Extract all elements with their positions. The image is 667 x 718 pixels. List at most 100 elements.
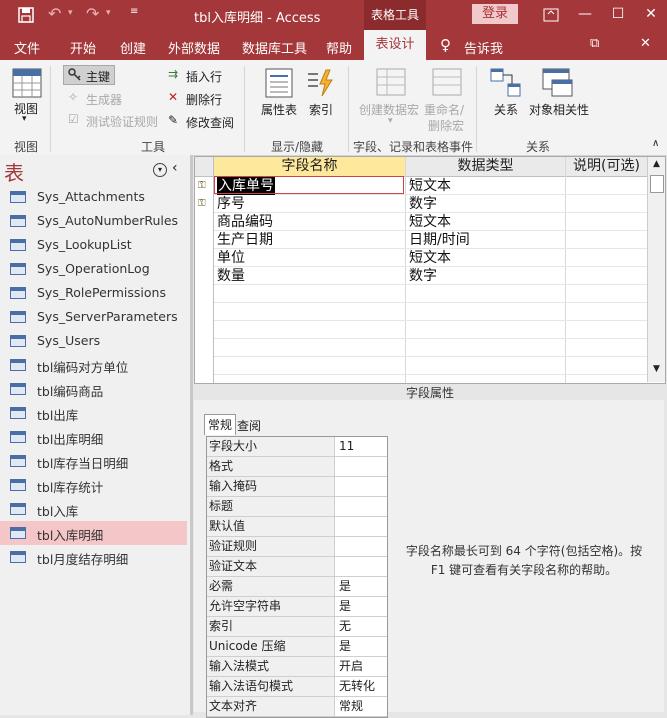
scroll-thumb[interactable] xyxy=(650,175,664,193)
menu-create[interactable]: 创建 xyxy=(120,38,146,57)
menu-help[interactable]: 帮助 xyxy=(326,38,352,57)
customize-toolbar-icon[interactable]: ≡ xyxy=(130,6,138,17)
minimize-icon[interactable]: — xyxy=(568,0,602,30)
ribbon-restore-icon[interactable]: ⧉ xyxy=(590,36,599,51)
menu-home[interactable]: 开始 xyxy=(70,38,96,57)
property-value[interactable]: 无 xyxy=(339,617,351,636)
redo-dropdown-icon[interactable]: ▾ xyxy=(106,8,111,18)
modify-lookup-button[interactable]: 修改查阅 xyxy=(186,114,234,131)
nav-item-table[interactable]: Sys_Users xyxy=(0,329,187,353)
property-row[interactable]: 标题 xyxy=(207,497,387,517)
nav-item-table[interactable]: tbl编码对方单位 xyxy=(0,353,187,377)
data-type-cell[interactable]: 数字 xyxy=(409,267,437,285)
property-row[interactable]: 允许空字符串是 xyxy=(207,597,387,617)
property-row[interactable]: 输入掩码 xyxy=(207,477,387,497)
nav-item-table[interactable]: tbl入库明细 xyxy=(0,521,187,545)
nav-item-table[interactable]: tbl出库明细 xyxy=(0,425,187,449)
row-selector[interactable] xyxy=(195,213,213,231)
nav-item-table[interactable]: tbl月度结存明细 xyxy=(0,545,187,569)
property-row[interactable]: 文本对齐 常规 xyxy=(207,697,387,717)
tell-me-search[interactable]: 告诉我 xyxy=(464,38,503,57)
save-icon[interactable] xyxy=(18,7,34,23)
property-sheet-icon[interactable] xyxy=(265,68,293,98)
nav-splitter[interactable] xyxy=(190,155,193,715)
nav-item-table[interactable]: tbl库存当日明细 xyxy=(0,449,187,473)
builder-button[interactable]: 生成器 xyxy=(86,91,122,108)
property-value[interactable]: 是 xyxy=(339,637,351,656)
tab-lookup[interactable]: 查阅 xyxy=(234,416,264,436)
menu-database-tools[interactable]: 数据库工具 xyxy=(242,38,307,57)
property-value[interactable]: 开启 xyxy=(339,657,363,676)
lightbulb-icon[interactable]: ♀ xyxy=(440,36,451,54)
field-name-cell[interactable]: 生产日期 xyxy=(217,231,273,249)
rename-delete-macro-icon[interactable] xyxy=(432,68,462,96)
nav-item-table[interactable]: Sys_Attachments xyxy=(0,185,187,209)
property-value[interactable]: 11 xyxy=(339,437,354,456)
test-validation-rules-button[interactable]: 测试验证规则 xyxy=(86,113,158,130)
row-selector-header[interactable] xyxy=(195,157,214,177)
data-type-cell[interactable]: 短文本 xyxy=(409,213,451,231)
rename-delete-macro-button[interactable]: 重命名/ xyxy=(424,101,464,118)
nav-item-table[interactable]: tbl编码商品 xyxy=(0,377,187,401)
login-button[interactable]: 登录 xyxy=(472,4,518,24)
vertical-scrollbar[interactable]: ▲ ▼ xyxy=(647,157,665,382)
undo-dropdown-icon[interactable]: ▾ xyxy=(68,8,73,18)
collapse-ribbon-icon[interactable]: ∧ xyxy=(652,138,659,149)
field-name-cell[interactable]: 数量 xyxy=(217,267,245,285)
property-row[interactable]: 验证文本 xyxy=(207,557,387,577)
tab-table-design[interactable]: 表设计 xyxy=(364,30,426,60)
property-row[interactable]: 输入法语句模式 无转化 xyxy=(207,677,387,697)
property-value[interactable]: 无转化 xyxy=(339,677,375,696)
nav-item-table[interactable]: Sys_AutoNumberRules xyxy=(0,209,187,233)
scroll-up-arrow[interactable]: ▲ xyxy=(648,159,665,169)
property-row[interactable]: 验证规则 xyxy=(207,537,387,557)
field-name-cell[interactable]: 单位 xyxy=(217,249,245,267)
property-row[interactable]: 输入法模式 开启 xyxy=(207,657,387,677)
nav-item-table[interactable]: Sys_RolePermissions xyxy=(0,281,187,305)
ribbon-display-options-icon[interactable] xyxy=(534,0,568,30)
menu-file[interactable]: 文件 xyxy=(14,38,40,57)
view-dropdown-icon[interactable]: ▾ xyxy=(22,114,27,124)
menu-external-data[interactable]: 外部数据 xyxy=(168,38,220,57)
close-icon[interactable]: ✕ xyxy=(634,0,667,30)
scroll-down-arrow[interactable]: ▼ xyxy=(648,364,665,374)
property-value[interactable]: 是 xyxy=(339,597,351,616)
tab-general[interactable]: 常规 xyxy=(204,414,237,435)
insert-row-button[interactable]: 插入行 xyxy=(186,68,222,85)
property-row[interactable]: 默认值 xyxy=(207,517,387,537)
row-selector[interactable] xyxy=(195,249,213,267)
maximize-icon[interactable]: ☐ xyxy=(601,0,635,30)
indexes-button[interactable]: 索引 xyxy=(309,101,333,118)
nav-item-table[interactable]: tbl入库 xyxy=(0,497,187,521)
nav-collapse-icon[interactable]: ‹ xyxy=(172,160,178,176)
relationships-icon[interactable] xyxy=(490,68,522,98)
property-row[interactable]: Unicode 压缩是 xyxy=(207,637,387,657)
object-dependencies-icon[interactable] xyxy=(542,68,574,98)
redo-icon[interactable]: ↷ xyxy=(86,4,99,23)
row-selector[interactable] xyxy=(195,267,213,285)
nav-item-table[interactable]: tbl库存统计 xyxy=(0,473,187,497)
nav-item-table[interactable]: Sys_LookupList xyxy=(0,233,187,257)
data-type-cell[interactable]: 数字 xyxy=(409,195,437,213)
row-selector[interactable] xyxy=(195,231,213,249)
nav-item-table[interactable]: Sys_ServerParameters xyxy=(0,305,187,329)
nav-item-table[interactable]: tbl出库 xyxy=(0,401,187,425)
delete-row-button[interactable]: 删除行 xyxy=(186,91,222,108)
field-name-cell[interactable]: 序号 xyxy=(217,195,245,213)
undo-icon[interactable]: ↶ xyxy=(48,4,61,23)
object-dependencies-button[interactable]: 对象相关性 xyxy=(529,101,589,118)
property-row[interactable]: 索引无 xyxy=(207,617,387,637)
view-icon[interactable] xyxy=(12,68,42,98)
field-name-cell[interactable]: 入库单号 xyxy=(217,177,275,195)
create-data-macro-icon[interactable] xyxy=(376,68,406,96)
data-type-cell[interactable]: 日期/时间 xyxy=(409,231,470,249)
property-value[interactable]: 是 xyxy=(339,577,351,596)
property-value[interactable]: 常规 xyxy=(339,697,363,716)
lightning-indexes-icon[interactable] xyxy=(306,68,334,98)
field-name-cell[interactable]: 商品编码 xyxy=(217,213,273,231)
property-row[interactable]: 字段大小 11 xyxy=(207,437,387,457)
nav-item-table[interactable]: Sys_OperationLog xyxy=(0,257,187,281)
ribbon-close-icon[interactable]: ✕ xyxy=(640,36,651,51)
data-type-cell[interactable]: 短文本 xyxy=(409,177,451,195)
property-row[interactable]: 格式 xyxy=(207,457,387,477)
